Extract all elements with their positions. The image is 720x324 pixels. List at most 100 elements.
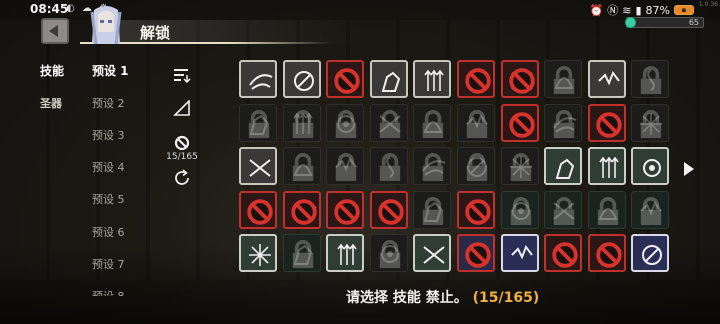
skill-slot[interactable]: [457, 147, 495, 186]
skill-icon: [293, 71, 314, 91]
version-label: 1.0.36: [698, 1, 718, 8]
skill-slot[interactable]: [239, 103, 277, 142]
skill-slot[interactable]: [326, 147, 365, 186]
lock-icon: [379, 153, 400, 182]
ban-icon: [596, 111, 622, 138]
skill-icon: [249, 244, 271, 267]
skill-slot[interactable]: [326, 103, 365, 142]
skill-slot[interactable]: [282, 190, 321, 229]
back-arrow-icon: [49, 25, 58, 37]
skill-slot[interactable]: [369, 190, 408, 229]
skill-slot[interactable]: [587, 103, 626, 142]
skill-slot[interactable]: [500, 234, 539, 273]
skill-icon: [424, 69, 445, 91]
prompt-text: 请选择 技能 禁止。: [346, 290, 468, 306]
skill-icon: [599, 156, 619, 179]
lock-icon: [336, 109, 357, 138]
skill-icon: [249, 159, 271, 177]
ban-icon: [508, 111, 535, 138]
skill-slot[interactable]: [587, 234, 626, 273]
skill-slot[interactable]: [413, 234, 452, 273]
skill-slot[interactable]: [457, 60, 495, 98]
skill-icon: [510, 245, 533, 260]
skill-slot[interactable]: [369, 60, 408, 98]
preset-tab-7[interactable]: 预设 7: [92, 256, 125, 272]
preset-tab-8[interactable]: 预设 8: [92, 288, 125, 296]
lock-icon: [423, 109, 444, 138]
skill-slot[interactable]: [282, 234, 321, 273]
skill-slot[interactable]: [282, 103, 321, 142]
skill-slot[interactable]: [239, 147, 277, 186]
skill-slot[interactable]: [631, 147, 670, 186]
skill-slot[interactable]: [631, 190, 670, 229]
skill-slot[interactable]: [500, 190, 539, 229]
skill-slot[interactable]: [631, 60, 670, 98]
skill-slot[interactable]: [544, 190, 583, 229]
ban-mode-button[interactable]: [172, 134, 192, 152]
skill-slot[interactable]: [631, 234, 670, 273]
sort-button[interactable]: [172, 66, 192, 84]
skill-icon: [423, 246, 446, 265]
skill-slot[interactable]: [239, 190, 277, 229]
ban-icon: [174, 135, 190, 151]
skill-slot[interactable]: [413, 147, 452, 186]
skill-slot[interactable]: [369, 147, 408, 186]
lock-icon: [292, 153, 313, 182]
preset-tab-5[interactable]: 预设 5: [92, 191, 125, 207]
back-button[interactable]: [41, 18, 69, 44]
clock: 08:45: [30, 2, 69, 16]
preset-tab-3[interactable]: 预设 3: [92, 127, 125, 143]
page-title: 解锁: [140, 24, 171, 42]
skill-slot[interactable]: [282, 147, 321, 186]
skill-slot[interactable]: [544, 60, 583, 98]
next-page-arrow[interactable]: [684, 162, 694, 176]
skill-slot[interactable]: [587, 190, 626, 229]
skill-slot[interactable]: [587, 60, 626, 98]
ban-icon: [247, 199, 273, 225]
skill-slot[interactable]: [457, 234, 495, 273]
skill-slot[interactable]: [326, 190, 365, 229]
skill-slot[interactable]: [369, 234, 408, 273]
skill-slot[interactable]: [457, 190, 495, 229]
skill-slot[interactable]: [544, 147, 583, 186]
category-tab-skill[interactable]: 技能: [40, 62, 64, 79]
skill-slot[interactable]: [413, 103, 452, 142]
lock-icon: [379, 240, 400, 269]
preset-tab-2[interactable]: 预设 2: [92, 95, 125, 111]
skill-slot[interactable]: [544, 234, 583, 273]
skill-slot[interactable]: [587, 147, 626, 186]
prompt-count: (15/165): [472, 290, 540, 306]
currency-value: 65: [688, 18, 699, 27]
skill-slot[interactable]: [326, 60, 365, 98]
ban-icon: [508, 68, 535, 94]
preset-tab-1[interactable]: 预设 1: [92, 62, 129, 79]
skill-slot[interactable]: [457, 103, 495, 142]
lock-icon: [292, 109, 313, 138]
ban-icon: [465, 68, 491, 94]
category-tab-relic[interactable]: 圣器: [40, 95, 62, 111]
signal-icon: ▮: [635, 3, 642, 17]
ban-icon: [552, 242, 578, 269]
skill-slot[interactable]: [239, 234, 277, 273]
preset-tab-4[interactable]: 预设 4: [92, 159, 125, 175]
skill-slot[interactable]: [413, 60, 452, 98]
filter-button[interactable]: [172, 99, 192, 117]
skill-slot[interactable]: [631, 103, 670, 142]
skill-slot[interactable]: [369, 103, 408, 142]
skill-slot[interactable]: [282, 60, 321, 98]
skill-slot[interactable]: [500, 147, 539, 186]
skill-slot[interactable]: [500, 103, 539, 142]
skill-slot[interactable]: [413, 190, 452, 229]
skill-slot[interactable]: [326, 234, 365, 273]
ban-icon: [334, 68, 360, 94]
skill-slot[interactable]: [239, 60, 277, 98]
preset-tab-6[interactable]: 预设 6: [92, 224, 125, 240]
lock-icon: [641, 196, 662, 225]
refresh-icon: [175, 169, 189, 185]
lock-icon: [248, 109, 270, 138]
skill-slot[interactable]: [544, 103, 583, 142]
battery-icon: ▪: [674, 5, 694, 15]
lock-icon: [554, 109, 575, 138]
skill-slot[interactable]: [500, 60, 539, 98]
reset-button[interactable]: [172, 169, 192, 187]
